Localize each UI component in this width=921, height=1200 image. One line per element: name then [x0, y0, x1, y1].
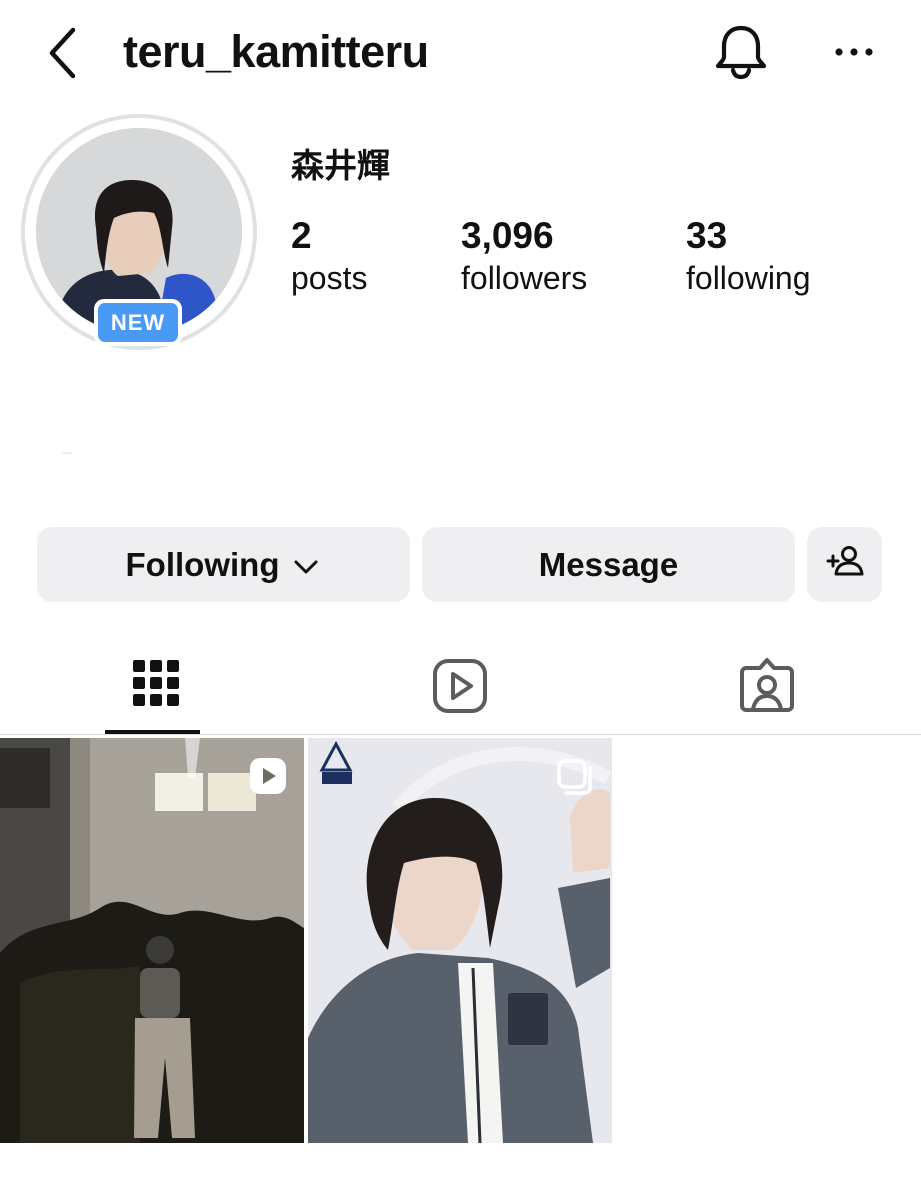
- following-button-label: Following: [125, 545, 280, 583]
- profile-page: teru_kamitteru NEW 森井輝 2 posts 3,096 fol…: [0, 0, 921, 1200]
- message-button-label: Message: [538, 545, 679, 583]
- new-badge: NEW: [94, 299, 182, 346]
- post-thumbnail-reel[interactable]: [0, 738, 304, 1143]
- stat-posts[interactable]: 2 posts: [291, 214, 367, 300]
- tab-posts-grid[interactable]: [125, 652, 195, 722]
- stat-followers-count: 3,096: [461, 215, 554, 256]
- add-user-icon: [825, 541, 865, 589]
- post-thumbnail-carousel[interactable]: [308, 738, 612, 1143]
- more-horizontal-icon[interactable]: [828, 30, 880, 74]
- reel-play-icon: [248, 756, 288, 796]
- stat-followers-label: followers: [461, 260, 588, 296]
- following-button[interactable]: Following: [37, 527, 410, 602]
- tab-tagged[interactable]: [732, 652, 802, 722]
- stat-posts-count: 2: [291, 215, 312, 256]
- bio-placeholder: [62, 452, 72, 454]
- stat-following[interactable]: 33 following: [686, 214, 811, 300]
- stat-followers[interactable]: 3,096 followers: [461, 214, 587, 300]
- new-badge-label: NEW: [98, 303, 178, 342]
- tab-reels[interactable]: [425, 652, 495, 722]
- carousel-icon: [556, 758, 596, 798]
- stat-following-label: following: [686, 260, 811, 296]
- add-user-button[interactable]: [807, 527, 882, 602]
- reels-icon: [425, 659, 495, 726]
- chevron-down-icon: [291, 552, 321, 582]
- tagged-icon: [732, 658, 802, 726]
- bell-icon[interactable]: [712, 22, 770, 82]
- profile-full-name: 森井輝: [291, 146, 390, 185]
- tab-divider: [0, 734, 921, 735]
- back-icon[interactable]: [40, 26, 88, 80]
- stat-posts-label: posts: [291, 260, 368, 296]
- profile-username: teru_kamitteru: [123, 26, 429, 77]
- stat-following-count: 33: [686, 215, 728, 256]
- message-button[interactable]: Message: [422, 527, 795, 602]
- grid-icon: [125, 660, 181, 726]
